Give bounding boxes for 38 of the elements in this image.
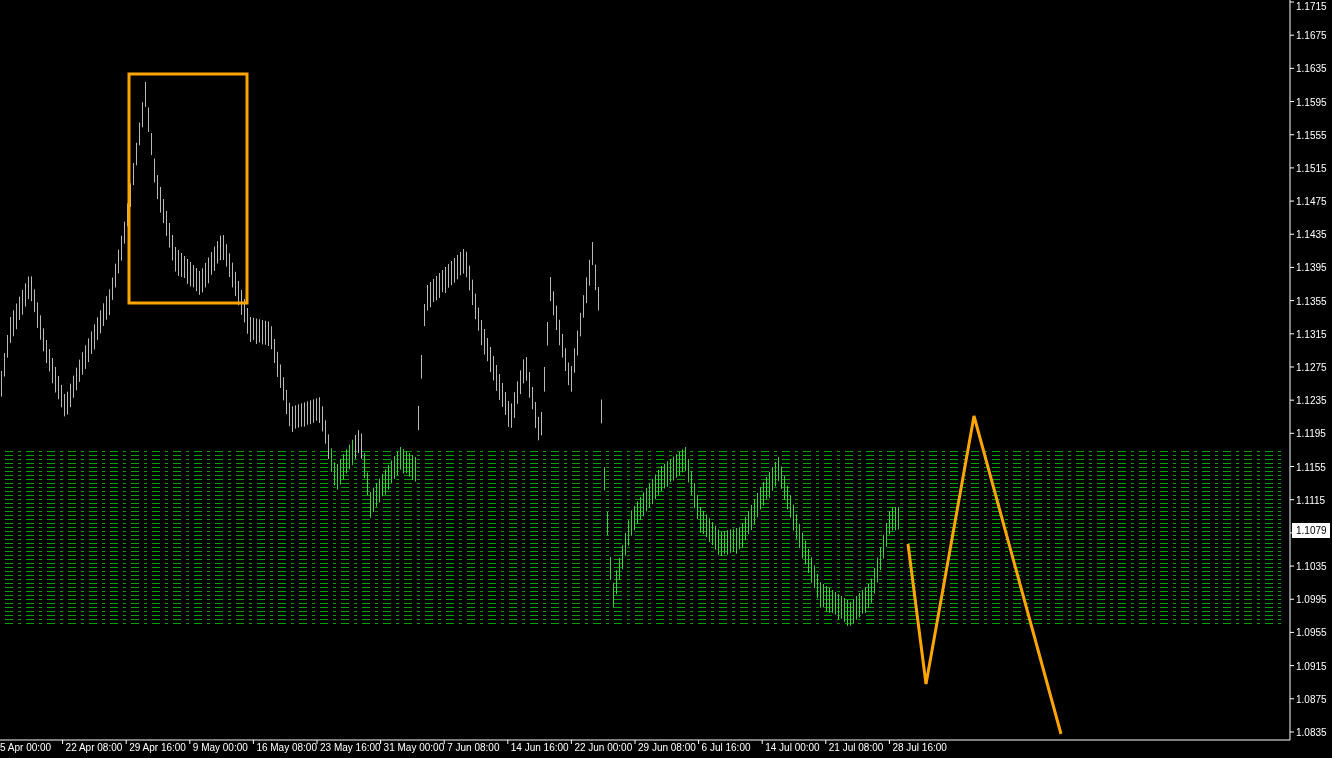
price-axis-label: 1.1035 xyxy=(1296,561,1327,573)
time-axis-label: 29 Jun 08:00 xyxy=(638,742,696,753)
time-axis-label: 14 Jul 00:00 xyxy=(765,742,820,753)
price-axis-label: 1.0835 xyxy=(1296,726,1327,738)
price-axis-label: 1.1635 xyxy=(1296,63,1327,75)
time-axis-label: 14 Jun 16:00 xyxy=(510,742,569,753)
time-axis-label: 16 May 08:00 xyxy=(256,742,317,753)
price-axis-label: 1.1395 xyxy=(1296,262,1327,274)
time-axis-label: 6 Jul 16:00 xyxy=(701,742,751,753)
time-axis-label: 31 May 00:00 xyxy=(383,742,445,753)
price-axis-label: 1.1515 xyxy=(1296,162,1327,174)
time-axis-label: 21 Jul 08:00 xyxy=(828,742,884,753)
time-axis-label: 23 May 16:00 xyxy=(320,742,381,753)
price-axis-label: 1.1715 xyxy=(1296,1,1327,12)
price-axis-label: 1.0875 xyxy=(1296,693,1327,705)
price-axis-label: 1.1155 xyxy=(1296,461,1326,473)
price-axis-label: 1.1475 xyxy=(1296,196,1327,208)
time-axis-label: 7 Jun 08:00 xyxy=(447,742,500,753)
time-axis-label: 28 Jul 16:00 xyxy=(892,742,947,753)
price-axis-label: 1.0995 xyxy=(1296,594,1327,606)
time-axis-label: 5 Apr 00:00 xyxy=(0,742,52,753)
time-axis-label: 22 Jun 00:00 xyxy=(574,742,633,753)
price-axis-label: 1.1675 xyxy=(1296,30,1327,42)
price-axis-label: 1.0915 xyxy=(1296,660,1327,672)
time-axis-label: 22 Apr 08:00 xyxy=(65,742,123,753)
price-axis-label: 1.1435 xyxy=(1296,229,1327,241)
price-axis-label: 1.1195 xyxy=(1296,428,1326,440)
price-axis-label: 1.1235 xyxy=(1296,395,1327,407)
price-axis-label: 1.1115 xyxy=(1296,494,1326,506)
current-price-label: 1.1079 xyxy=(1292,523,1330,538)
price-axis-label: 1.1555 xyxy=(1296,129,1327,141)
time-axis-label: 9 May 00:00 xyxy=(192,742,248,753)
price-axis-label: 1.1275 xyxy=(1296,362,1327,373)
price-axis-label: 1.1315 xyxy=(1296,328,1327,340)
price-axis-label: 1.0955 xyxy=(1296,627,1327,639)
price-axis-label: 1.1355 xyxy=(1296,295,1327,307)
time-axis-label: 29 Apr 16:00 xyxy=(129,742,186,753)
price-axis-label: 1.1595 xyxy=(1296,96,1327,108)
